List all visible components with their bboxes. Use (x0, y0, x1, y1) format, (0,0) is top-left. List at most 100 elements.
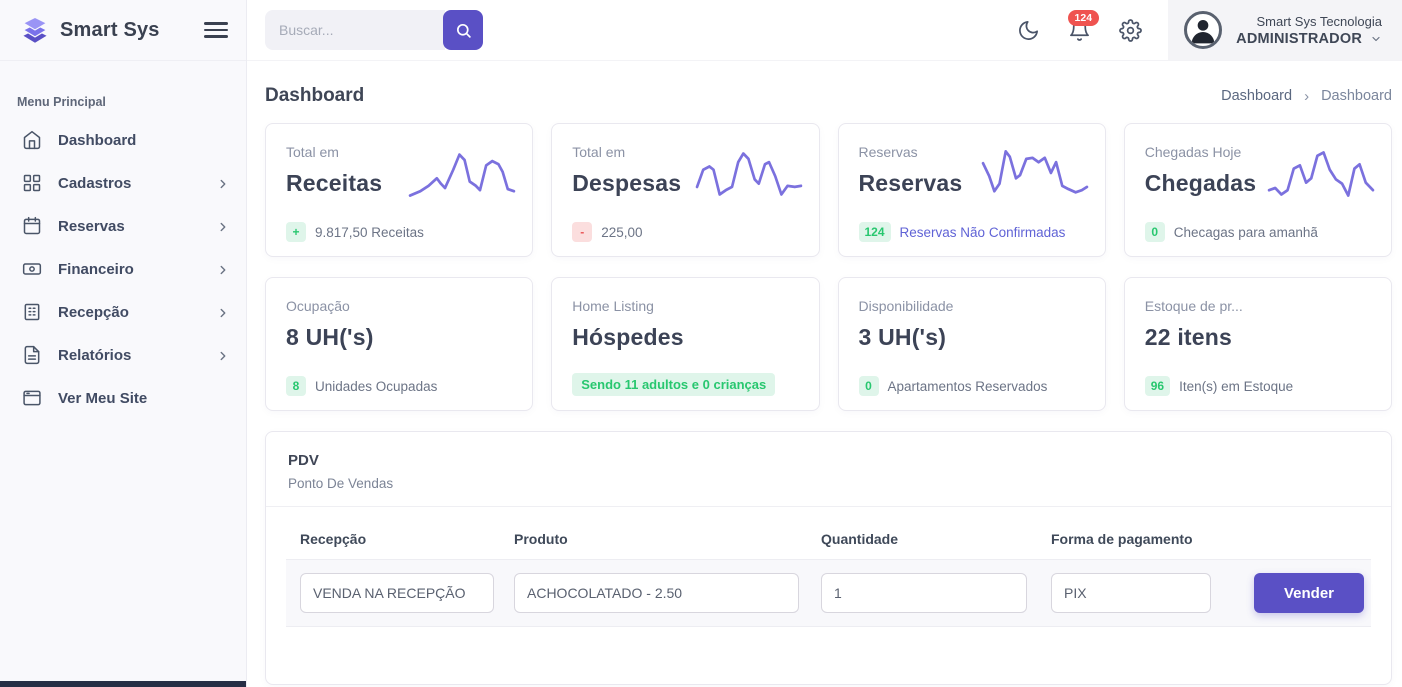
grid-icon (22, 173, 44, 195)
search-button[interactable] (443, 10, 483, 50)
search-bar (265, 10, 483, 50)
gear-icon (1119, 19, 1142, 42)
stat-badge: 96 (1145, 376, 1170, 396)
stat-pill: Sendo 11 adultos e 0 crianças (572, 373, 775, 396)
quantidade-input[interactable] (821, 573, 1027, 613)
moon-icon (1017, 19, 1040, 42)
settings-button[interactable] (1119, 19, 1142, 42)
breadcrumb-item[interactable]: Dashboard (1221, 88, 1292, 104)
sparkline-chart (695, 146, 803, 202)
stat-label: Estoque de pr... (1145, 298, 1371, 314)
stat-card-receitas: Total em Receitas + 9.817,50 Receitas (265, 123, 533, 257)
pdv-column-produto: Produto (514, 531, 821, 547)
user-meta: Smart Sys Tecnologia ADMINISTRADOR (1234, 14, 1382, 47)
user-menu[interactable]: Smart Sys Tecnologia ADMINISTRADOR (1168, 0, 1402, 60)
sidebar-item-label: Reservas (58, 218, 216, 235)
stat-text: Iten(s) em Estoque (1179, 379, 1293, 394)
stat-label: Ocupação (286, 298, 512, 314)
sidebar-item-ver-meu-site[interactable]: Ver Meu Site (0, 377, 246, 420)
search-icon (455, 22, 472, 39)
user-role: ADMINISTRADOR (1236, 31, 1362, 47)
pdv-column-quantidade: Quantidade (821, 531, 1051, 547)
stat-badge: 0 (859, 376, 879, 396)
sidebar-bottom-bar (0, 681, 246, 687)
chevron-right-icon (216, 306, 230, 320)
sidebar-item-label: Cadastros (58, 175, 216, 192)
sparkline-chart (1267, 146, 1375, 202)
stat-badge: + (286, 222, 306, 242)
stat-text: 9.817,50 Receitas (315, 225, 424, 240)
stat-card-hospedes: Home Listing Hóspedes Sendo 11 adultos e… (551, 277, 819, 411)
notifications-button[interactable]: 124 (1068, 19, 1091, 42)
calendar-icon (22, 216, 44, 238)
breadcrumb-separator-icon: › (1304, 88, 1309, 105)
vender-button[interactable]: Vender (1254, 573, 1364, 613)
stat-card-reservas: Reservas Reservas 124 Reservas Não Confi… (838, 123, 1106, 257)
stat-cards-row-1: Total em Receitas + 9.817,50 Receitas To… (265, 123, 1392, 257)
pdv-column-recepcao: Recepção (300, 531, 514, 547)
stat-text: 225,00 (601, 225, 642, 240)
sidebar-item-label: Financeiro (58, 261, 216, 278)
chevron-right-icon (216, 263, 230, 277)
chevron-right-icon (216, 177, 230, 191)
avatar (1184, 11, 1222, 49)
pdv-card: PDV Ponto De Vendas Recepção Produto Qua… (265, 431, 1392, 685)
home-icon (22, 130, 44, 152)
topbar-icons: 124 (1017, 19, 1142, 42)
chevron-down-icon (1370, 33, 1382, 45)
stat-card-chegadas: Chegadas Hoje Chegadas 0 Checagas para a… (1124, 123, 1392, 257)
hamburger-menu-icon[interactable] (204, 22, 228, 38)
page-title: Dashboard (265, 85, 364, 107)
app-title: Smart Sys (60, 19, 204, 42)
stat-label: Disponibilidade (859, 298, 1085, 314)
building-icon (22, 302, 44, 324)
sidebar-item-cadastros[interactable]: Cadastros (0, 162, 246, 205)
sidebar-item-financeiro[interactable]: Financeiro (0, 248, 246, 291)
sidebar: Smart Sys Menu Principal Dashboard Cadas… (0, 0, 247, 687)
sidebar-item-label: Ver Meu Site (58, 390, 230, 407)
stat-card-despesas: Total em Despesas - 225,00 (551, 123, 819, 257)
sidebar-item-label: Recepção (58, 304, 216, 321)
stat-card-disponibilidade: Disponibilidade 3 UH('s) 0 Apartamentos … (838, 277, 1106, 411)
topbar: 124 Smart Sys Tecnologia ADMINISTRADOR (247, 0, 1402, 61)
stat-title: Hóspedes (572, 324, 798, 351)
sidebar-header: Smart Sys (0, 0, 246, 61)
stat-title: 3 UH('s) (859, 324, 1085, 351)
pdv-header: PDV Ponto De Vendas (266, 432, 1391, 507)
stat-text: Apartamentos Reservados (888, 379, 1048, 394)
stat-text: Checagas para amanhã (1174, 225, 1318, 240)
app-root: Smart Sys Menu Principal Dashboard Cadas… (0, 0, 1402, 687)
sidebar-item-recepcao[interactable]: Recepção (0, 291, 246, 334)
page-content: Dashboard Dashboard › Dashboard Total em… (247, 61, 1402, 687)
stat-title: 8 UH('s) (286, 324, 512, 351)
stat-cards-row-2: Ocupação 8 UH('s) 8 Unidades Ocupadas Ho… (265, 277, 1392, 411)
pdv-title: PDV (288, 452, 1369, 469)
sidebar-item-dashboard[interactable]: Dashboard (0, 119, 246, 162)
search-input[interactable] (265, 10, 445, 50)
browser-icon (22, 388, 44, 410)
money-icon (22, 259, 44, 281)
stat-badge: 0 (1145, 222, 1165, 242)
forma-pagamento-select[interactable] (1051, 573, 1211, 613)
stat-card-estoque: Estoque de pr... 22 itens 96 Iten(s) em … (1124, 277, 1392, 411)
stat-badge: - (572, 222, 592, 242)
stat-text: Unidades Ocupadas (315, 379, 437, 394)
report-icon (22, 345, 44, 367)
pdv-column-headers: Recepção Produto Quantidade Forma de pag… (286, 507, 1371, 559)
pdv-column-pagamento: Forma de pagamento (1051, 531, 1234, 547)
stat-badge: 124 (859, 222, 891, 242)
breadcrumb: Dashboard › Dashboard (1221, 88, 1392, 105)
stat-title: 22 itens (1145, 324, 1371, 351)
sparkline-chart (981, 146, 1089, 202)
chevron-right-icon (216, 220, 230, 234)
produto-select[interactable] (514, 573, 799, 613)
dark-mode-toggle[interactable] (1017, 19, 1040, 42)
sidebar-item-reservas[interactable]: Reservas (0, 205, 246, 248)
notification-badge: 124 (1068, 10, 1100, 27)
sparkline-chart (408, 146, 516, 202)
recepcao-select[interactable] (300, 573, 494, 613)
sidebar-section-label: Menu Principal (17, 95, 246, 109)
sidebar-item-relatorios[interactable]: Relatórios (0, 334, 246, 377)
app-logo-icon (20, 15, 50, 45)
reservas-nao-confirmadas-link[interactable]: Reservas Não Confirmadas (900, 225, 1066, 240)
